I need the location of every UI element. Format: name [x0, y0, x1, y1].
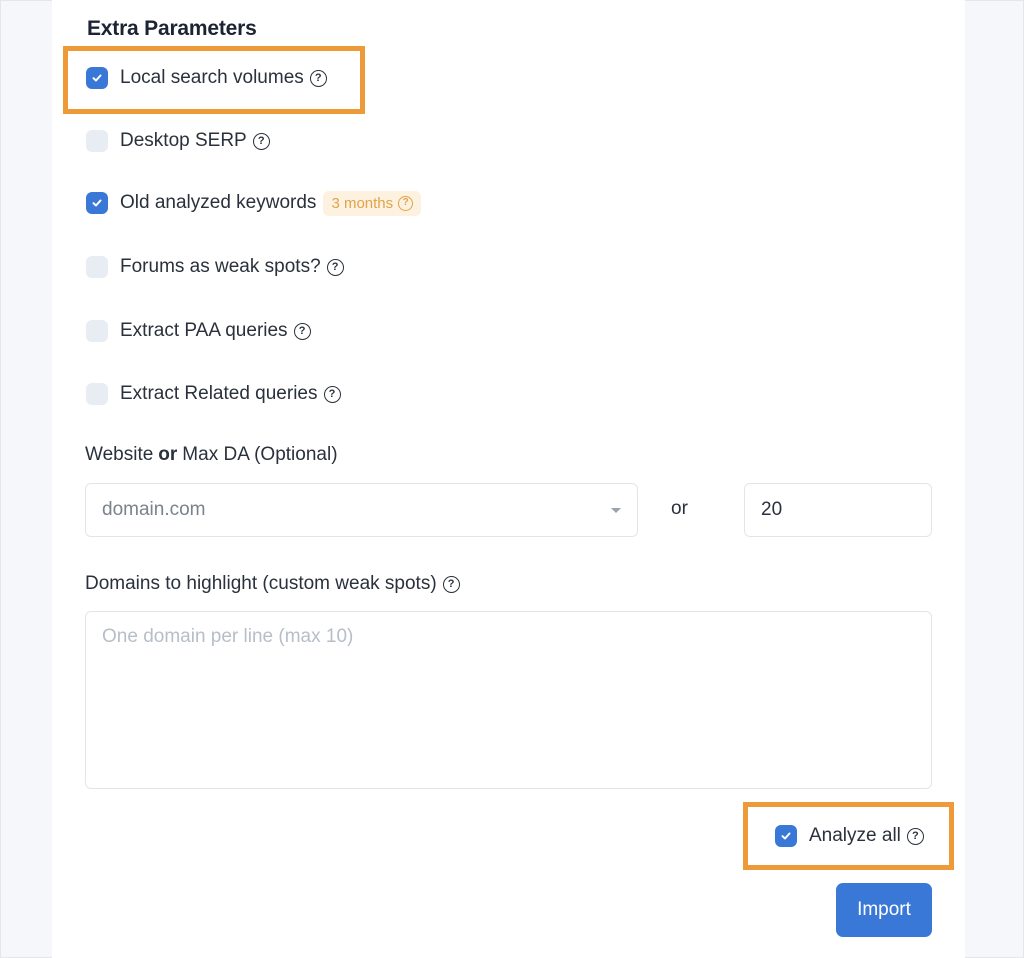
checkbox-unchecked[interactable] — [86, 320, 108, 342]
label-text: Max DA (Optional) — [182, 444, 338, 465]
help-icon[interactable]: ? — [252, 132, 270, 150]
option-label: Local search volumes — [120, 67, 304, 88]
analyze-all-option[interactable]: Analyze all ? — [775, 823, 924, 849]
check-icon — [781, 832, 791, 840]
option-forums-weak-spots[interactable]: Forums as weak spots? ? — [86, 254, 344, 280]
or-separator: or — [671, 498, 688, 519]
option-label: Old analyzed keywords — [120, 192, 317, 213]
help-icon[interactable]: ? — [442, 575, 460, 593]
option-desktop-serp[interactable]: Desktop SERP ? — [86, 128, 270, 154]
domains-textarea[interactable] — [85, 611, 932, 789]
option-label: Extract Related queries — [120, 383, 318, 404]
option-label: Extract PAA queries — [120, 320, 288, 341]
option-local-search-volumes[interactable]: Local search volumes ? — [86, 65, 327, 91]
checkbox-checked[interactable] — [86, 192, 108, 214]
checkbox-checked[interactable] — [86, 67, 108, 89]
checkbox-checked[interactable] — [775, 825, 797, 847]
max-da-input[interactable] — [744, 483, 932, 537]
label-bold-text: or — [158, 444, 178, 465]
checkbox-unchecked[interactable] — [86, 383, 108, 405]
help-icon[interactable]: ? — [309, 69, 327, 87]
help-icon[interactable]: ? — [326, 258, 344, 276]
help-icon[interactable]: ? — [323, 385, 341, 403]
option-label: Analyze all — [809, 825, 901, 846]
help-icon[interactable]: ? — [906, 827, 924, 845]
checkbox-unchecked[interactable] — [86, 130, 108, 152]
label-text: Domains to highlight (custom weak spots) — [85, 573, 437, 594]
domains-field-label: Domains to highlight (custom weak spots)… — [85, 573, 460, 595]
help-icon: ? — [398, 195, 414, 211]
caret-down-icon — [611, 507, 621, 513]
option-extract-paa[interactable]: Extract PAA queries ? — [86, 318, 311, 344]
website-select[interactable]: domain.com — [85, 483, 638, 537]
months-badge[interactable]: 3 months ? — [323, 190, 422, 216]
option-old-analyzed-keywords[interactable]: Old analyzed keywords 3 months ? — [86, 190, 422, 216]
checkbox-unchecked[interactable] — [86, 256, 108, 278]
option-label: Desktop SERP — [120, 130, 247, 151]
select-value: domain.com — [102, 499, 206, 520]
label-text: Website — [85, 444, 154, 465]
option-label: Forums as weak spots? — [120, 256, 321, 277]
option-extract-related[interactable]: Extract Related queries ? — [86, 381, 341, 407]
check-icon — [92, 199, 102, 207]
badge-label: 3 months — [331, 194, 394, 212]
help-icon[interactable]: ? — [293, 322, 311, 340]
section-title: Extra Parameters — [87, 17, 257, 40]
website-field-label: Website or Max DA (Optional) — [85, 444, 338, 466]
import-button[interactable]: Import — [836, 883, 932, 937]
check-icon — [92, 74, 102, 82]
